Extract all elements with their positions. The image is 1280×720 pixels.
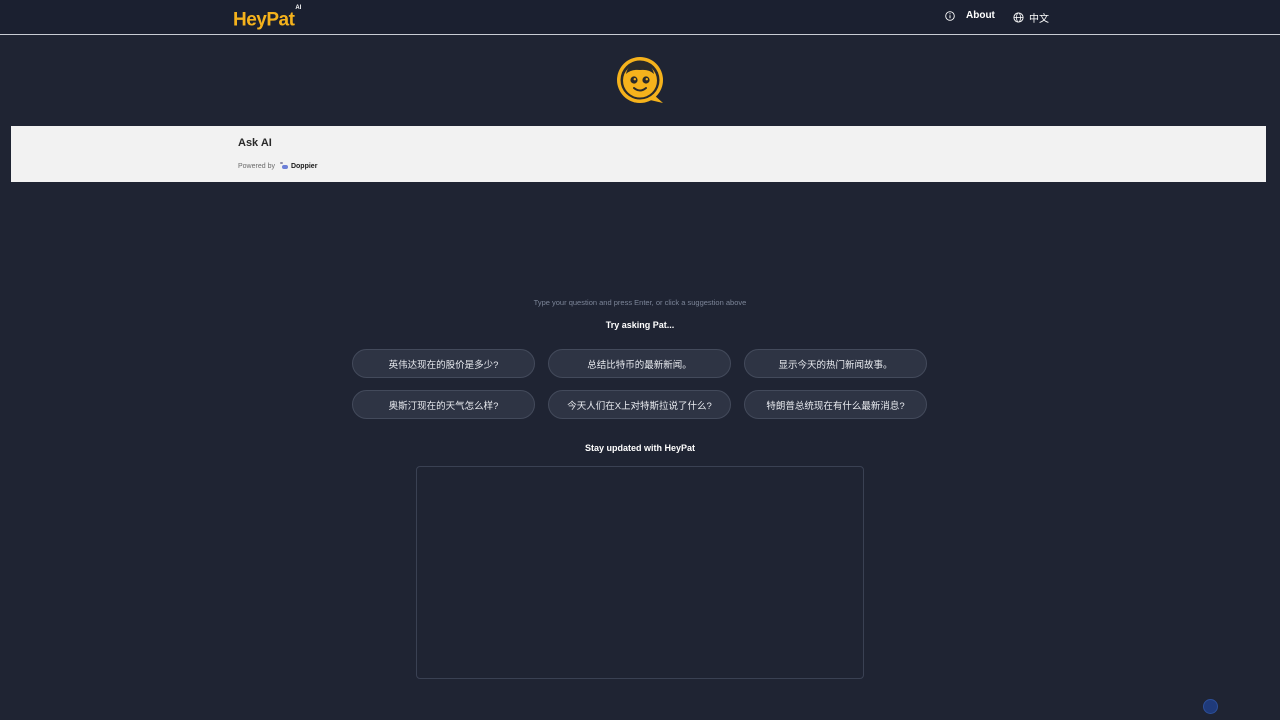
input-hint: Type your question and press Enter, or c… <box>533 298 747 307</box>
top-navbar: HeyPatAI About 中文 <box>0 0 1280 35</box>
stay-updated-heading: Stay updated with HeyPat <box>584 443 696 453</box>
about-label: About <box>966 10 995 21</box>
logo-text: HeyPat <box>233 9 295 31</box>
globe-icon <box>1013 12 1024 23</box>
info-icon <box>945 10 955 21</box>
pat-face-icon <box>614 55 666 107</box>
doppier-logo[interactable]: Doppier <box>279 161 317 172</box>
powered-by-label: Powered by <box>238 163 275 170</box>
suggestion-chip[interactable]: 特朗普总统现在有什么最新消息? <box>744 390 927 419</box>
heypat-logo[interactable]: HeyPatAI <box>233 5 302 31</box>
doppier-logo-text: Doppier <box>290 163 318 170</box>
suggestion-chip[interactable]: 显示今天的热门新闻故事。 <box>744 349 927 378</box>
language-switcher[interactable]: 中文 <box>1013 10 1049 25</box>
updates-feed-panel[interactable] <box>416 466 864 679</box>
suggestion-chip[interactable]: 英伟达现在的股价是多少? <box>352 349 535 378</box>
try-asking-heading: Try asking Pat... <box>605 320 675 330</box>
suggestion-chip[interactable]: 总结比特币的最新新闻。 <box>548 349 731 378</box>
suggestion-chip[interactable]: 今天人们在X上对特斯拉说了什么? <box>548 390 731 419</box>
ask-ai-panel: Ask AI Powered by Doppier <box>11 126 1266 182</box>
language-label: 中文 <box>1029 14 1049 25</box>
logo-ai-superscript: AI <box>295 5 302 11</box>
powered-by: Powered by Doppier <box>238 161 317 172</box>
ask-ai-title: Ask AI <box>238 137 272 149</box>
doppier-logo-icon <box>279 161 289 172</box>
chat-widget-button[interactable] <box>1203 699 1218 714</box>
about-link[interactable]: About <box>945 10 995 21</box>
suggestion-chip[interactable]: 奥斯汀现在的天气怎么样? <box>352 390 535 419</box>
